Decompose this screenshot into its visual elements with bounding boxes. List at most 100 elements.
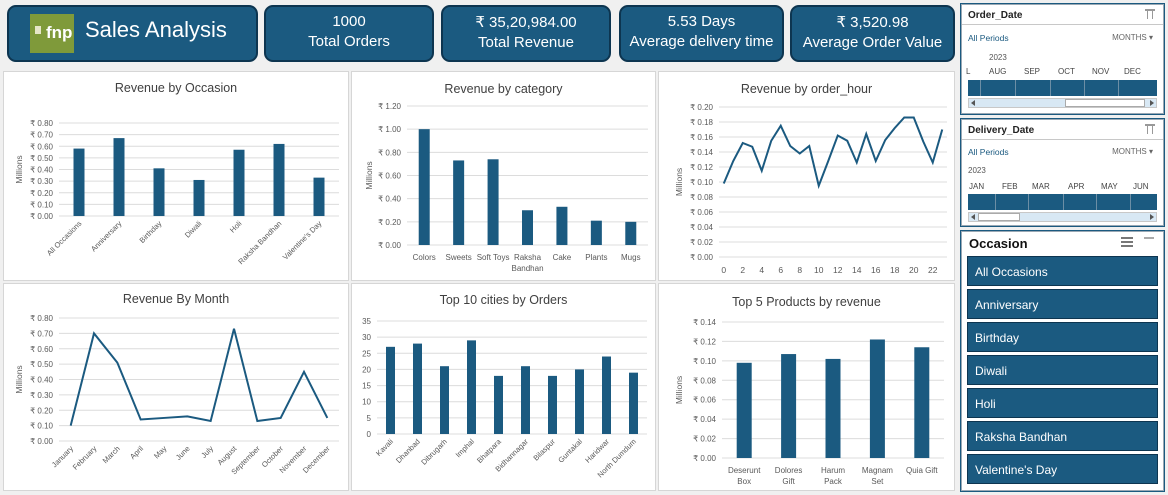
data-point [912, 116, 915, 119]
delivery-date-timeline-slicer[interactable]: Delivery_Date All Periods MONTHS ▾ 2023 … [960, 118, 1165, 227]
bar[interactable] [521, 366, 530, 434]
data-point [865, 133, 868, 136]
timeline-selection-bar[interactable] [968, 194, 1157, 210]
data-point [732, 160, 735, 163]
bar[interactable] [548, 375, 557, 434]
y-tick-label: ₹ 0.12 [693, 337, 716, 346]
data-point [770, 139, 773, 142]
x-tick-label: Box [737, 477, 751, 486]
bar[interactable] [193, 179, 205, 216]
y-tick-label: ₹ 0.60 [30, 142, 53, 151]
bar[interactable] [440, 366, 449, 434]
slicer-title: Delivery_Date [968, 125, 1035, 136]
bar[interactable] [494, 375, 503, 434]
bar[interactable] [453, 160, 465, 245]
x-tick-label: Raksha [514, 253, 542, 262]
chart-revenue-by-category[interactable]: Revenue by category ₹ 0.00 ₹ 0.20 ₹ 0.40 ₹ … [351, 71, 656, 281]
slicer-item-holi[interactable]: Holi [967, 388, 1158, 418]
bar[interactable] [869, 339, 885, 458]
all-periods-label[interactable]: All Periods [968, 147, 1009, 157]
y-tick-label: ₹ 0.50 [30, 154, 53, 163]
y-tick-label: ₹ 0.04 [693, 415, 716, 424]
bar[interactable] [914, 347, 930, 458]
bar[interactable] [825, 358, 841, 458]
x-tick-label: Raksha Bandhan [236, 219, 283, 266]
slicer-item-raksha-bandhan[interactable]: Raksha Bandhan [967, 421, 1158, 451]
slicer-item-all-occasions[interactable]: All Occasions [967, 256, 1158, 286]
scrollbar-thumb[interactable] [1065, 99, 1145, 107]
bar[interactable] [781, 354, 797, 458]
all-periods-label[interactable]: All Periods [968, 33, 1009, 43]
scroll-left-icon[interactable] [971, 214, 975, 220]
chart-top-10-cities-by-orders[interactable]: Top 10 cities by Orders 0 5 10 15 20 25 30 35 Ka… [351, 283, 656, 491]
x-tick-label: Diwali [183, 219, 204, 240]
clear-filter-icon[interactable] [1145, 124, 1155, 134]
bar[interactable] [113, 138, 125, 216]
time-level-dropdown[interactable]: MONTHS ▾ [1112, 147, 1153, 156]
timeline-scrollbar[interactable] [968, 212, 1157, 222]
data-point [722, 182, 725, 185]
y-tick-label: ₹ 0.30 [30, 177, 53, 186]
bar[interactable] [602, 356, 611, 434]
scroll-right-icon[interactable] [1150, 100, 1154, 106]
chart-revenue-by-order-hour[interactable]: Revenue by order_hour ₹ 0.00 ₹ 0.02 ₹ 0.04… [658, 71, 955, 281]
bar[interactable] [522, 210, 533, 245]
data-point [279, 416, 282, 419]
x-tick-label: Plants [585, 253, 607, 262]
slicer-item-anniversary[interactable]: Anniversary [967, 289, 1158, 319]
bar[interactable] [590, 220, 602, 245]
bar[interactable] [736, 362, 752, 458]
kpi-label: Total Revenue [478, 34, 574, 51]
bar[interactable] [73, 148, 85, 216]
kpi-value: ₹ 35,20,984.00 [475, 14, 577, 31]
data-point [855, 161, 858, 164]
occasion-slicer[interactable]: Occasion All Occasions Anniversary Birth… [960, 230, 1165, 492]
scroll-left-icon[interactable] [971, 100, 975, 106]
y-tick-label: ₹ 0.06 [690, 208, 713, 217]
timeline-month: JUN [1133, 182, 1149, 191]
scrollbar-thumb[interactable] [978, 213, 1020, 221]
bar[interactable] [487, 159, 499, 245]
order-date-timeline-slicer[interactable]: Order_Date All Periods MONTHS ▾ 2023 L A… [960, 3, 1165, 115]
x-tick-label: Valentine's Day [281, 219, 324, 262]
slicer-item-valentines-day[interactable]: Valentine's Day [967, 454, 1158, 484]
x-tick-label: Anniversary [89, 219, 124, 254]
y-tick-label: ₹ 0.04 [690, 223, 713, 232]
kpi-card-average-order-value: ₹ 3,520.98 Average Order Value [790, 5, 955, 62]
data-point [779, 124, 782, 127]
chart-top-5-products-by-revenue[interactable]: Top 5 Products by revenue ₹ 0.00 ₹ 0.02 ₹ … [658, 283, 955, 491]
clear-filter-icon[interactable] [1145, 9, 1155, 19]
data-point [139, 418, 142, 421]
timeline-scrollbar[interactable] [968, 98, 1157, 108]
chart-revenue-by-month[interactable]: Revenue By Month ₹ 0.00 ₹ 0.10 ₹ 0.20 ₹ 0.3… [3, 283, 349, 491]
bar[interactable] [625, 221, 637, 245]
bar[interactable] [556, 206, 568, 245]
y-axis-title: Millions [674, 168, 684, 196]
x-tick-label: Holi [228, 219, 244, 235]
bar[interactable] [418, 129, 430, 245]
y-tick-label: ₹ 0.50 [30, 360, 53, 369]
clear-filter-icon[interactable] [1144, 237, 1154, 247]
bar[interactable] [313, 177, 325, 216]
bar[interactable] [575, 369, 584, 434]
bar[interactable] [467, 340, 476, 434]
scroll-right-icon[interactable] [1150, 214, 1154, 220]
y-tick-label: ₹ 0.12 [690, 163, 713, 172]
bar[interactable] [386, 346, 395, 434]
y-tick-label: ₹ 0.80 [30, 314, 53, 323]
slicer-item-birthday[interactable]: Birthday [967, 322, 1158, 352]
multi-select-icon[interactable] [1121, 237, 1133, 247]
slicer-item-diwali[interactable]: Diwali [967, 355, 1158, 385]
x-tick-label: Mugs [621, 253, 641, 262]
data-point [893, 127, 896, 130]
bar[interactable] [153, 168, 165, 216]
chart-revenue-by-occasion[interactable]: Revenue by Occasion ₹ 0.00 ₹ 0.10 ₹ 0.20 ₹ … [3, 71, 349, 281]
bar[interactable] [273, 143, 285, 216]
chart-svg: ₹ 0.00 ₹ 0.02 ₹ 0.04 ₹ 0.06 ₹ 0.08 ₹ 0.10 ₹ 0.… [674, 103, 947, 275]
time-level-dropdown[interactable]: MONTHS ▾ [1112, 33, 1153, 42]
bar[interactable] [629, 372, 638, 434]
timeline-selection-bar[interactable] [968, 80, 1157, 96]
bar[interactable] [413, 343, 422, 434]
y-tick-label: ₹ 0.06 [693, 396, 716, 405]
bar[interactable] [233, 149, 245, 216]
